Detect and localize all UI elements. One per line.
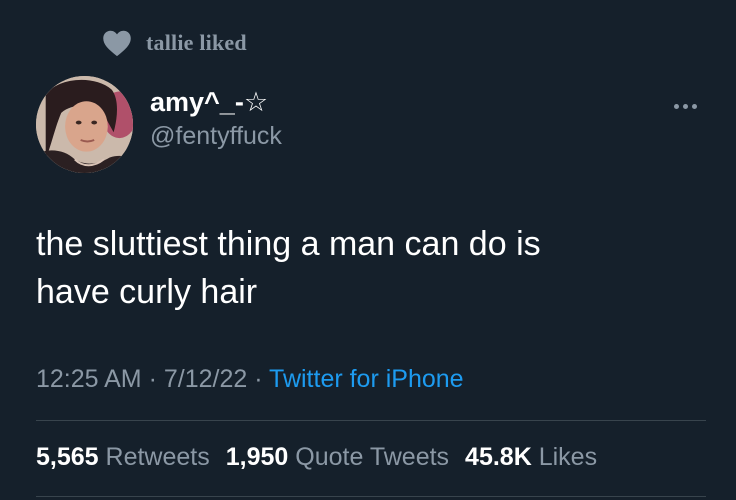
- meta-separator: ·: [247, 365, 270, 393]
- retweets-label: Retweets: [105, 443, 210, 471]
- avatar-image: [36, 76, 133, 173]
- divider: [36, 420, 706, 421]
- retweets-stat[interactable]: 5,565 Retweets: [36, 440, 210, 474]
- author-block[interactable]: amy^_-☆ @fentyffuck: [150, 86, 282, 152]
- likes-stat[interactable]: 45.8K Likes: [465, 440, 597, 474]
- tweet-text-line: the sluttiest thing a man can do is: [36, 225, 541, 263]
- more-dot-icon: [691, 103, 697, 109]
- meta-separator: ·: [141, 365, 164, 393]
- likes-label: Likes: [538, 443, 598, 471]
- quote-tweets-label: Quote Tweets: [295, 443, 450, 471]
- tweet-time[interactable]: 12:25 AM: [36, 365, 142, 393]
- divider: [36, 496, 706, 497]
- display-name[interactable]: amy^_-☆: [150, 86, 282, 118]
- avatar[interactable]: [36, 76, 133, 173]
- retweets-count: 5,565: [36, 443, 99, 471]
- tweet-source-link[interactable]: Twitter for iPhone: [269, 365, 464, 393]
- social-context[interactable]: tallie liked: [102, 28, 247, 58]
- social-context-text: tallie liked: [146, 30, 247, 55]
- user-handle[interactable]: @fentyffuck: [150, 120, 282, 152]
- quote-tweets-stat[interactable]: 1,950 Quote Tweets: [226, 440, 449, 474]
- tweet-stats: 5,565 Retweets 1,950 Quote Tweets 45.8K …: [36, 440, 597, 474]
- tweet-text-line: have curly hair: [36, 273, 258, 311]
- tweet-meta: 12:25 AM · 7/12/22 · Twitter for iPhone: [36, 362, 464, 396]
- likes-count: 45.8K: [465, 443, 532, 471]
- more-dot-icon: [673, 103, 679, 109]
- more-dot-icon: [682, 103, 688, 109]
- heart-icon: [103, 30, 131, 57]
- tweet-text: the sluttiest thing a man can do is have…: [36, 220, 696, 316]
- quote-tweets-count: 1,950: [225, 443, 289, 471]
- tweet-date[interactable]: 7/12/22: [164, 365, 247, 393]
- more-options-button[interactable]: [665, 96, 705, 116]
